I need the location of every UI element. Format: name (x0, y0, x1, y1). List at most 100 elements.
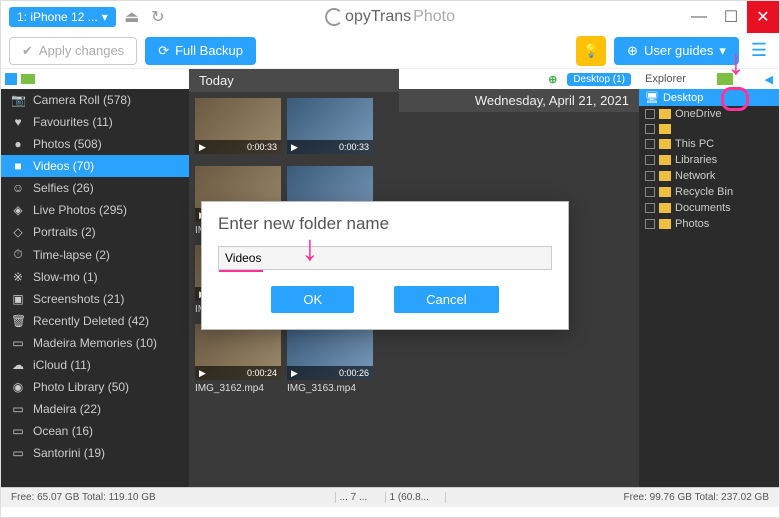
status-mid-left: ... 7 ... (336, 492, 386, 503)
tree-item[interactable]: Libraries (639, 152, 779, 168)
tree-item[interactable] (639, 122, 779, 136)
album-icon: ■ (11, 159, 25, 173)
sidebar-item[interactable]: 🗑Recently Deleted (42) (1, 310, 189, 332)
lifebuoy-icon: ⊕ (627, 43, 638, 59)
modal-title: Enter new folder name (218, 214, 552, 234)
eject-icon[interactable]: ⏏ (122, 7, 142, 27)
folder-icon (659, 171, 671, 181)
sidebar-item-label: Recently Deleted (42) (33, 314, 149, 328)
sidebar-item[interactable]: ※Slow-mo (1) (1, 266, 189, 288)
sidebar-item[interactable]: ■Videos (70) (1, 155, 189, 177)
tree-checkbox[interactable] (645, 187, 655, 197)
folder-icon (659, 124, 671, 134)
sidebar-item[interactable]: ▭Madeira Memories (10) (1, 332, 189, 354)
tree-item[interactable]: This PC (639, 136, 779, 152)
tree-item[interactable]: Recycle Bin (639, 184, 779, 200)
sidebar-item-label: Screenshots (21) (33, 292, 124, 306)
sidebar-item[interactable]: ▭Madeira (22) (1, 398, 189, 420)
add-folder-icon[interactable]: ⊕ (548, 73, 557, 86)
refresh-icon[interactable]: ↻ (148, 7, 168, 27)
album-icon: ♥ (11, 115, 25, 129)
folder-icon (659, 219, 671, 229)
tree-checkbox[interactable] (645, 155, 655, 165)
bulb-icon: 💡 (583, 43, 599, 59)
album-icon: ▭ (11, 446, 25, 460)
status-mid-right: 1 (60.8... (386, 492, 446, 503)
album-icon: ◇ (11, 225, 25, 239)
sidebar-item[interactable]: ⏱Time-lapse (2) (1, 243, 189, 266)
backup-icon: ⟳ (158, 43, 169, 59)
sidebar-item-label: Madeira Memories (10) (33, 336, 157, 350)
sidebar-item[interactable]: ☺Selfies (26) (1, 177, 189, 199)
full-backup-button[interactable]: ⟳ Full Backup (145, 37, 256, 65)
sidebar-item[interactable]: ▭ Santorini (19) (1, 442, 189, 464)
tree-item-label: Photos (675, 218, 709, 230)
tree-checkbox[interactable] (645, 171, 655, 181)
close-button[interactable]: ✕ (747, 1, 779, 33)
tip-button[interactable]: 💡 (576, 36, 606, 66)
sidebar-item[interactable]: ▣ Screenshots (21) (1, 288, 189, 310)
new-folder-icon[interactable] (717, 73, 733, 85)
tree-item[interactable]: Documents (639, 200, 779, 216)
sidebar-item[interactable]: ◇ Portraits (2) (1, 221, 189, 243)
album-icon: ▭ (11, 424, 25, 438)
tree-checkbox[interactable] (645, 139, 655, 149)
sidebar-item[interactable]: ▭Ocean (16) (1, 420, 189, 442)
pc-column-header: ⊕ Desktop (1) (399, 69, 639, 89)
folder-name-input[interactable] (218, 246, 552, 270)
sidebar-item[interactable]: ♥Favourites (11) (1, 111, 189, 133)
cancel-button[interactable]: Cancel (394, 286, 498, 313)
tree-item-label: OneDrive (675, 108, 721, 120)
video-thumbnail[interactable]: ▶0:00:26IMG_3163.mp4 (287, 324, 373, 397)
menu-button[interactable]: ☰ (747, 36, 771, 65)
folders-tab-icon[interactable] (21, 74, 35, 84)
new-folder-modal: Enter new folder name OK Cancel (201, 201, 569, 330)
sidebar-item-label: Live Photos (295) (33, 203, 127, 217)
tree-item[interactable]: OneDrive (639, 106, 779, 122)
ok-button[interactable]: OK (271, 286, 354, 313)
apply-changes-button[interactable]: ✔ Apply changes (9, 37, 137, 65)
sidebar-item-label: Photos (508) (33, 137, 102, 151)
logo-icon (325, 8, 343, 26)
chevron-down-icon: ▾ (719, 43, 726, 59)
device-dropdown[interactable]: 1: iPhone 12 ...▾ (9, 7, 116, 27)
tree-checkbox[interactable] (645, 109, 655, 119)
album-icon: ▣ (11, 292, 25, 306)
device-sidebar: 📷 Camera Roll (578) ♥Favourites (11)●Photo… (1, 69, 189, 487)
sidebar-item-label: Portraits (2) (33, 225, 96, 239)
explorer-header: Explorer ◀ (639, 69, 779, 89)
sidebar-item[interactable]: ◉Photo Library (50) (1, 376, 189, 398)
desktop-pill[interactable]: Desktop (1) (567, 73, 631, 86)
sidebar-item-label: Santorini (19) (33, 446, 105, 460)
video-thumbnail[interactable]: ▶0:00:33 (287, 98, 373, 160)
tree-checkbox[interactable] (645, 203, 655, 213)
sidebar-item-label: Selfies (26) (33, 181, 94, 195)
album-icon: 📷 (11, 93, 25, 107)
folder-icon (659, 155, 671, 165)
sidebar-item[interactable]: ◈ Live Photos (295) (1, 199, 189, 221)
device-label: 1: iPhone 12 ... (17, 10, 98, 24)
tree-item[interactable]: Network (639, 168, 779, 184)
tree-item[interactable]: Photos (639, 216, 779, 232)
sidebar-item[interactable]: ☁iCloud (11) (1, 354, 189, 376)
sidebar-item-label: Camera Roll (578) (33, 93, 131, 107)
app-title: opyTrans Photo (325, 8, 455, 26)
thumbnail-label: IMG_3163.mp4 (287, 380, 373, 397)
desktop-icon: 🖥 (645, 91, 659, 104)
tree-checkbox[interactable] (645, 219, 655, 229)
albums-tab-icon[interactable] (5, 73, 17, 85)
user-guides-button[interactable]: ⊕ User guides ▾ (614, 37, 739, 65)
status-pc-storage: Free: 99.76 GB Total: 237.02 GB (446, 492, 774, 503)
video-thumbnail[interactable]: ▶0:00:33 (195, 98, 281, 160)
sidebar-item-label: Madeira (22) (33, 402, 101, 416)
video-thumbnail[interactable]: ▶0:00:24IMG_3162.mp4 (195, 324, 281, 397)
minimize-button[interactable]: — (683, 1, 715, 33)
sidebar-item[interactable]: ●Photos (508) (1, 133, 189, 155)
maximize-button[interactable]: ☐ (715, 1, 747, 33)
folder-icon (659, 109, 671, 119)
sidebar-item[interactable]: 📷 Camera Roll (578) (1, 89, 189, 111)
tree-checkbox[interactable] (645, 124, 655, 134)
album-icon: ◈ (11, 203, 25, 217)
tree-root[interactable]: 🖥 Desktop (639, 89, 779, 106)
collapse-pane-icon[interactable]: ◀ (765, 73, 773, 86)
